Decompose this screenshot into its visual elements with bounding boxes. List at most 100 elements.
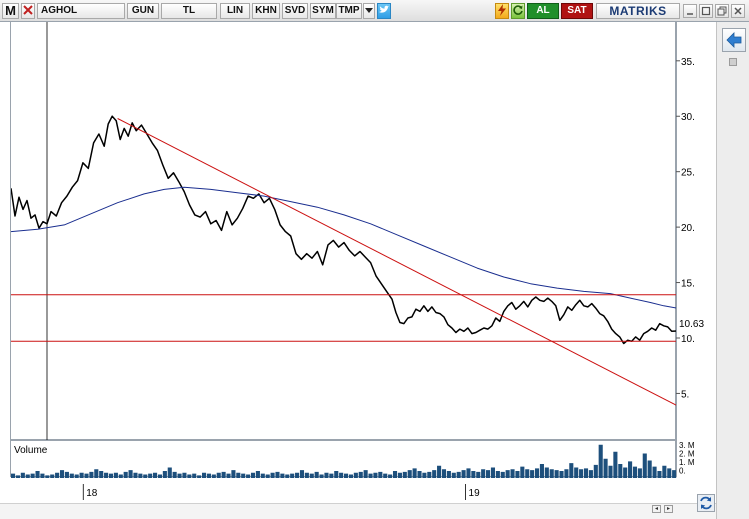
volume-bar [559, 471, 564, 478]
sym-button[interactable]: SYM [310, 3, 336, 19]
price-axis-plot: 5. 10. 15. 20. 25. 30. 35. 10.63 [676, 22, 704, 440]
y-tick-label: 10. [681, 334, 695, 345]
volume-bar [461, 470, 466, 479]
volume-bar [637, 468, 642, 479]
refresh-icon[interactable] [511, 3, 525, 19]
volume-bar [583, 468, 589, 479]
volume-bar [59, 470, 65, 479]
minimize-icon[interactable] [683, 4, 697, 18]
horizontal-scrollbar[interactable]: ◂ ▸ [652, 505, 674, 513]
flash-icon[interactable] [495, 3, 509, 19]
symbol-selector[interactable]: AGHOL [37, 3, 125, 19]
volume-bar [530, 470, 535, 479]
time-axis-plot: 18 19 [82, 484, 481, 500]
price-chart[interactable] [10, 22, 678, 440]
y-tick-label: 5. [681, 389, 689, 400]
volume-axis: 3. M2. M1. M0. [676, 440, 695, 477]
volume-bar [579, 469, 584, 478]
trend-line-series-2[interactable] [117, 118, 678, 407]
maximize-icon[interactable] [699, 4, 713, 18]
period-button[interactable]: GUN [127, 3, 159, 19]
volume-bar [446, 471, 451, 478]
y-tick-label: 15. [681, 279, 695, 290]
volume-bar [623, 467, 628, 478]
brand-logo: MATRIKS [596, 3, 680, 19]
volume-bar [299, 470, 305, 479]
volume-plot: Volume [11, 444, 677, 479]
volume-bar [510, 469, 515, 478]
price-series-0[interactable] [10, 115, 678, 345]
volume-bar [505, 470, 510, 479]
svd-button[interactable]: SVD [282, 3, 308, 19]
volume-bar [515, 471, 520, 478]
volume-bar [549, 469, 554, 478]
sell-button[interactable]: SAT [561, 3, 593, 19]
volume-bar [539, 464, 544, 478]
volume-bar [534, 468, 540, 479]
volume-bar [441, 469, 447, 478]
chart-toolbar: M AGHOL GUN TL LIN KHN SVD SYM TMP AL SA… [0, 0, 749, 22]
moving-average-series-1[interactable] [10, 186, 678, 309]
panel-scroll-handle[interactable] [729, 58, 737, 66]
twitter-icon[interactable] [377, 3, 391, 19]
volume-bar [495, 471, 500, 478]
side-panel [716, 22, 749, 519]
volume-bar [128, 470, 133, 479]
tmp-button[interactable]: TMP [336, 3, 362, 19]
volume-bar [94, 469, 99, 478]
scroll-right-icon[interactable]: ▸ [664, 505, 673, 513]
volume-bar [392, 471, 398, 478]
scroll-left-icon[interactable]: ◂ [652, 505, 661, 513]
back-arrow-icon[interactable] [722, 28, 746, 52]
volume-bar [486, 470, 491, 479]
time-axis[interactable]: 18 19 [10, 478, 676, 502]
volume-bar [667, 468, 672, 479]
volume-bar [35, 471, 40, 478]
volume-bar [564, 469, 569, 478]
buy-button[interactable]: AL [527, 3, 559, 19]
last-price-label: 10.63 [679, 319, 704, 330]
volume-bar [520, 466, 525, 479]
volume-bar [647, 460, 652, 478]
volume-bar [662, 465, 667, 478]
volume-bar [618, 464, 623, 478]
volume-bar [466, 468, 471, 479]
volume-bar [652, 466, 657, 479]
volume-bar [642, 453, 647, 478]
volume-bar [432, 470, 437, 479]
sync-icon[interactable] [697, 494, 715, 512]
volume-bar [334, 471, 339, 478]
volume-bar [569, 463, 574, 479]
close-icon[interactable] [21, 3, 35, 19]
volume-bar [628, 461, 633, 479]
status-bar [0, 503, 716, 519]
y-tick-label: 35. [681, 57, 695, 68]
x-tick-label: 19 [469, 488, 481, 499]
volume-bar [167, 467, 172, 478]
currency-button[interactable]: TL [161, 3, 217, 19]
volume-bar [162, 471, 167, 478]
x-tick-label: 18 [86, 488, 98, 499]
volume-bar [471, 471, 476, 478]
volume-bar [593, 464, 598, 479]
dropdown-icon[interactable] [363, 3, 375, 19]
volume-bar [255, 471, 260, 478]
close-icon[interactable] [731, 4, 745, 18]
restore-icon[interactable] [715, 4, 729, 18]
price-axis[interactable]: 5. 10. 15. 20. 25. 30. 35. 10.63 [676, 22, 716, 440]
volume-bar [608, 465, 613, 478]
volume-label: Volume [14, 445, 48, 456]
volume-bar [412, 468, 417, 479]
khn-button[interactable]: KHN [252, 3, 280, 19]
volume-panel[interactable]: Volume [10, 440, 677, 479]
logo-button[interactable]: M [2, 3, 19, 19]
volume-bar [632, 466, 638, 479]
scale-button[interactable]: LIN [220, 3, 250, 19]
y-tick-label: 30. [681, 112, 695, 123]
volume-bar [554, 470, 559, 479]
volume-bar [574, 467, 579, 478]
y-tick-label: 20. [681, 223, 695, 234]
volume-bar [598, 444, 603, 478]
volume-bar [99, 471, 104, 478]
volume-bar [603, 458, 608, 478]
